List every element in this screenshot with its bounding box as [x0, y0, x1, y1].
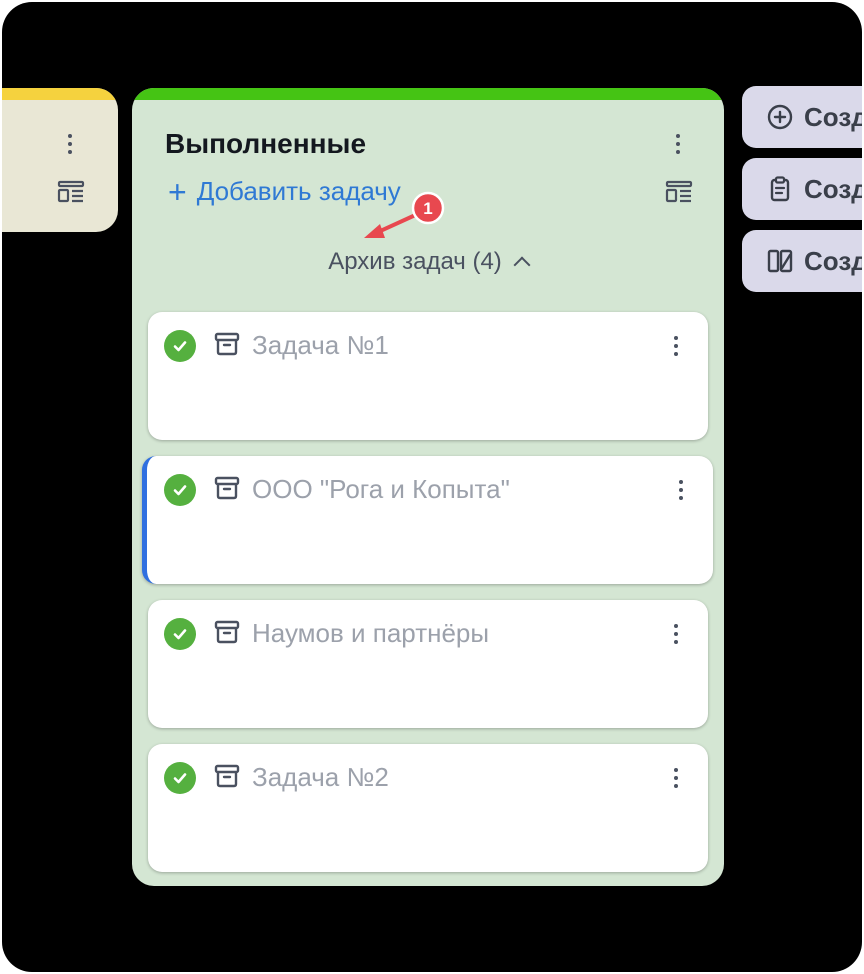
create-button-label: Созд [804, 173, 862, 204]
task-title: Наумов и партнёры [252, 618, 490, 648]
archive-box-icon [214, 332, 240, 356]
plus-circle-icon [767, 104, 793, 130]
task-menu-icon[interactable] [671, 476, 691, 504]
columns-edit-icon [767, 249, 793, 273]
column-menu-icon[interactable] [668, 130, 688, 158]
task-title: Задача №2 [252, 762, 389, 792]
column-title: Выполненные [165, 128, 367, 159]
task-menu-icon[interactable] [666, 620, 686, 648]
add-task-button[interactable]: + Добавить задачу [168, 173, 401, 210]
create-button-label: Созд [804, 245, 862, 276]
previous-column-accent [2, 88, 118, 100]
task-card[interactable]: Наумов и партнёры [148, 600, 708, 728]
task-title: Задача №1 [252, 330, 389, 360]
task-menu-icon[interactable] [666, 332, 686, 360]
archive-box-icon [214, 764, 240, 788]
add-task-label: Добавить задачу [196, 176, 401, 206]
task-menu-icon[interactable] [666, 764, 686, 792]
create-button-3[interactable]: Созд [742, 230, 862, 292]
view-settings-icon[interactable] [665, 180, 693, 204]
view-settings-icon[interactable] [57, 180, 85, 204]
check-circle-icon[interactable] [164, 762, 196, 794]
create-button-2[interactable]: Созд [742, 158, 862, 220]
plus-icon: + [168, 173, 187, 210]
task-card[interactable]: ООО "Рога и Копыта" [142, 456, 713, 584]
task-card[interactable]: Задача №2 [148, 744, 708, 872]
task-title: ООО "Рога и Копыта" [252, 474, 510, 504]
chevron-up-icon [513, 256, 531, 274]
task-card[interactable]: Задача №1 [148, 312, 708, 440]
previous-column-menu-icon[interactable] [60, 130, 80, 158]
create-button-label: Созд [804, 101, 862, 132]
previous-column [2, 88, 118, 232]
check-circle-icon[interactable] [164, 474, 196, 506]
create-button-1[interactable]: Созд [742, 86, 862, 148]
clipboard-icon [770, 176, 790, 202]
check-circle-icon[interactable] [164, 618, 196, 650]
archive-toggle[interactable]: Архив задач (4) [132, 248, 724, 276]
archive-label: Архив задач (4) [328, 248, 502, 275]
check-circle-icon[interactable] [164, 330, 196, 362]
archive-box-icon [214, 476, 240, 500]
board-frame: Выполненные + Добавить задачу Архив зада… [2, 2, 862, 972]
archive-box-icon [214, 620, 240, 644]
done-column-accent [132, 88, 724, 100]
done-column: Выполненные + Добавить задачу Архив зада… [132, 88, 724, 886]
